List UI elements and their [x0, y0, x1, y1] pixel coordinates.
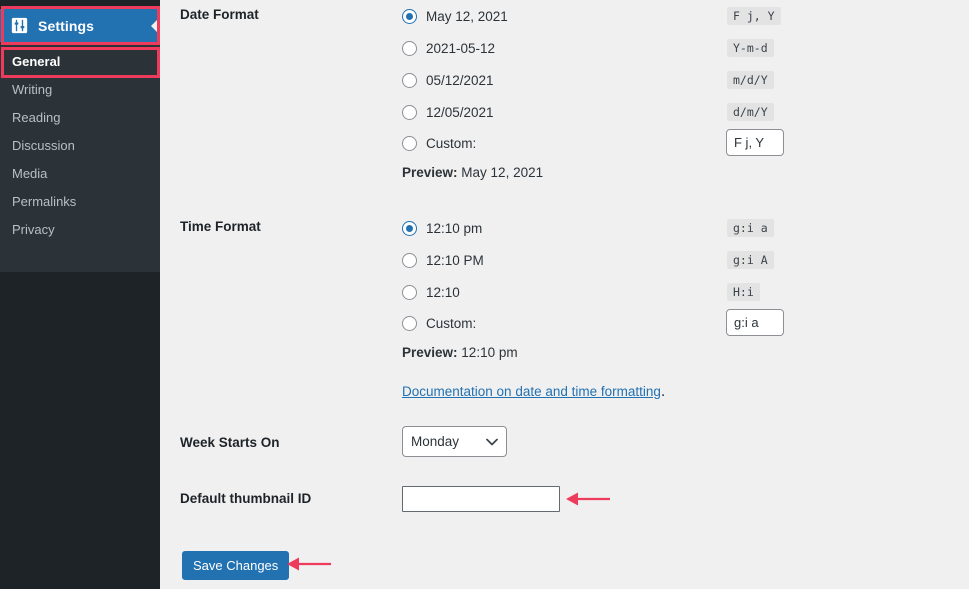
radio-date-format-1[interactable]	[402, 40, 417, 56]
sidebar-item-discussion-label: Discussion	[12, 138, 75, 153]
radio-date-format-0[interactable]	[402, 8, 417, 24]
week-starts-on-select[interactable]: Monday	[402, 426, 507, 457]
settings-form: Date Format May 12, 2021 F j, Y 2021-05-…	[160, 0, 969, 589]
time-format-option-0[interactable]: 12:10 pm g:i a	[402, 212, 774, 244]
time-format-preview: Preview: 12:10 pm	[402, 345, 518, 360]
date-format-option-0-label: May 12, 2021	[426, 8, 508, 24]
radio-date-format-custom[interactable]	[402, 135, 417, 151]
date-format-preview-value: May 12, 2021	[461, 165, 544, 180]
date-format-option-0[interactable]: May 12, 2021 F j, Y	[402, 0, 781, 32]
annotation-box-settings	[1, 6, 160, 45]
save-changes-button[interactable]: Save Changes	[182, 551, 290, 580]
time-format-preview-value: 12:10 pm	[461, 345, 518, 360]
admin-sidebar: Settings General Writing Reading Discuss…	[0, 0, 160, 589]
date-format-code-1: Y-m-d	[727, 39, 774, 57]
week-starts-on-label: Week Starts On	[180, 435, 280, 450]
sidebar-item-reading[interactable]: Reading	[0, 104, 160, 132]
documentation-date-time-link[interactable]: Documentation on date and time formattin…	[402, 384, 661, 399]
radio-date-format-2[interactable]	[402, 72, 417, 88]
date-format-option-1-label: 2021-05-12	[426, 40, 496, 56]
time-format-option-1[interactable]: 12:10 PM g:i A	[402, 244, 774, 276]
date-format-option-1[interactable]: 2021-05-12 Y-m-d	[402, 32, 774, 64]
date-format-option-3-label: 12/05/2021	[426, 104, 494, 120]
time-format-option-0-label: 12:10 pm	[426, 220, 483, 236]
date-format-label: Date Format	[180, 7, 259, 22]
date-format-option-2-label: 05/12/2021	[426, 72, 494, 88]
documentation-link-wrapper: Documentation on date and time formattin…	[402, 383, 665, 401]
date-format-code-0: F j, Y	[727, 7, 781, 25]
time-format-option-2[interactable]: 12:10 H:i	[402, 276, 760, 308]
time-format-custom-input[interactable]	[726, 309, 784, 336]
time-format-option-2-label: 12:10	[426, 284, 460, 300]
default-thumbnail-id-field	[402, 486, 560, 512]
time-format-label: Time Format	[180, 219, 261, 234]
default-thumbnail-id-label: Default thumbnail ID	[180, 491, 312, 506]
sidebar-item-privacy[interactable]: Privacy	[0, 216, 160, 244]
sidebar-item-media-label: Media	[12, 166, 48, 181]
date-format-option-2[interactable]: 05/12/2021 m/d/Y	[402, 64, 774, 96]
annotation-arrow-save	[285, 553, 333, 580]
radio-time-format-1[interactable]	[402, 252, 417, 268]
annotation-box-general	[1, 47, 160, 78]
time-format-code-0: g:i a	[727, 219, 774, 237]
default-thumbnail-id-input[interactable]	[402, 486, 560, 512]
radio-time-format-0[interactable]	[402, 220, 417, 236]
sidebar-item-media[interactable]: Media	[0, 160, 160, 188]
time-format-code-1: g:i A	[727, 251, 774, 269]
wordpress-settings-general-page: Settings General Writing Reading Discuss…	[0, 0, 969, 589]
date-format-code-3: d/m/Y	[727, 103, 774, 121]
date-format-custom-label: Custom:	[426, 135, 477, 151]
documentation-link-period: .	[660, 383, 666, 400]
radio-time-format-custom[interactable]	[402, 315, 417, 331]
sidebar-item-permalinks-label: Permalinks	[12, 194, 77, 209]
chevron-down-icon	[486, 438, 498, 446]
sidebar-item-writing[interactable]: Writing	[0, 76, 160, 104]
time-format-preview-label: Preview:	[402, 345, 458, 360]
sidebar-item-discussion[interactable]: Discussion	[0, 132, 160, 160]
sidebar-item-permalinks[interactable]: Permalinks	[0, 188, 160, 216]
date-format-code-2: m/d/Y	[727, 71, 774, 89]
time-format-code-2: H:i	[727, 283, 760, 301]
sidebar-item-privacy-label: Privacy	[12, 222, 55, 237]
time-format-option-custom[interactable]: Custom:	[402, 307, 784, 339]
date-format-preview: Preview: May 12, 2021	[402, 165, 543, 180]
time-format-custom-label: Custom:	[426, 315, 477, 331]
date-format-option-custom[interactable]: Custom:	[402, 127, 784, 159]
radio-date-format-3[interactable]	[402, 104, 417, 120]
sidebar-item-writing-label: Writing	[12, 82, 53, 97]
annotation-arrow-thumbnail	[564, 488, 612, 515]
date-format-custom-input[interactable]	[726, 129, 784, 156]
week-starts-on-field: Monday	[402, 426, 507, 457]
sidebar-item-reading-label: Reading	[12, 110, 61, 125]
time-format-option-1-label: 12:10 PM	[426, 252, 484, 268]
date-format-preview-label: Preview:	[402, 165, 458, 180]
radio-time-format-2[interactable]	[402, 284, 417, 300]
week-starts-on-value: Monday	[411, 434, 460, 449]
date-format-option-3[interactable]: 12/05/2021 d/m/Y	[402, 96, 774, 128]
